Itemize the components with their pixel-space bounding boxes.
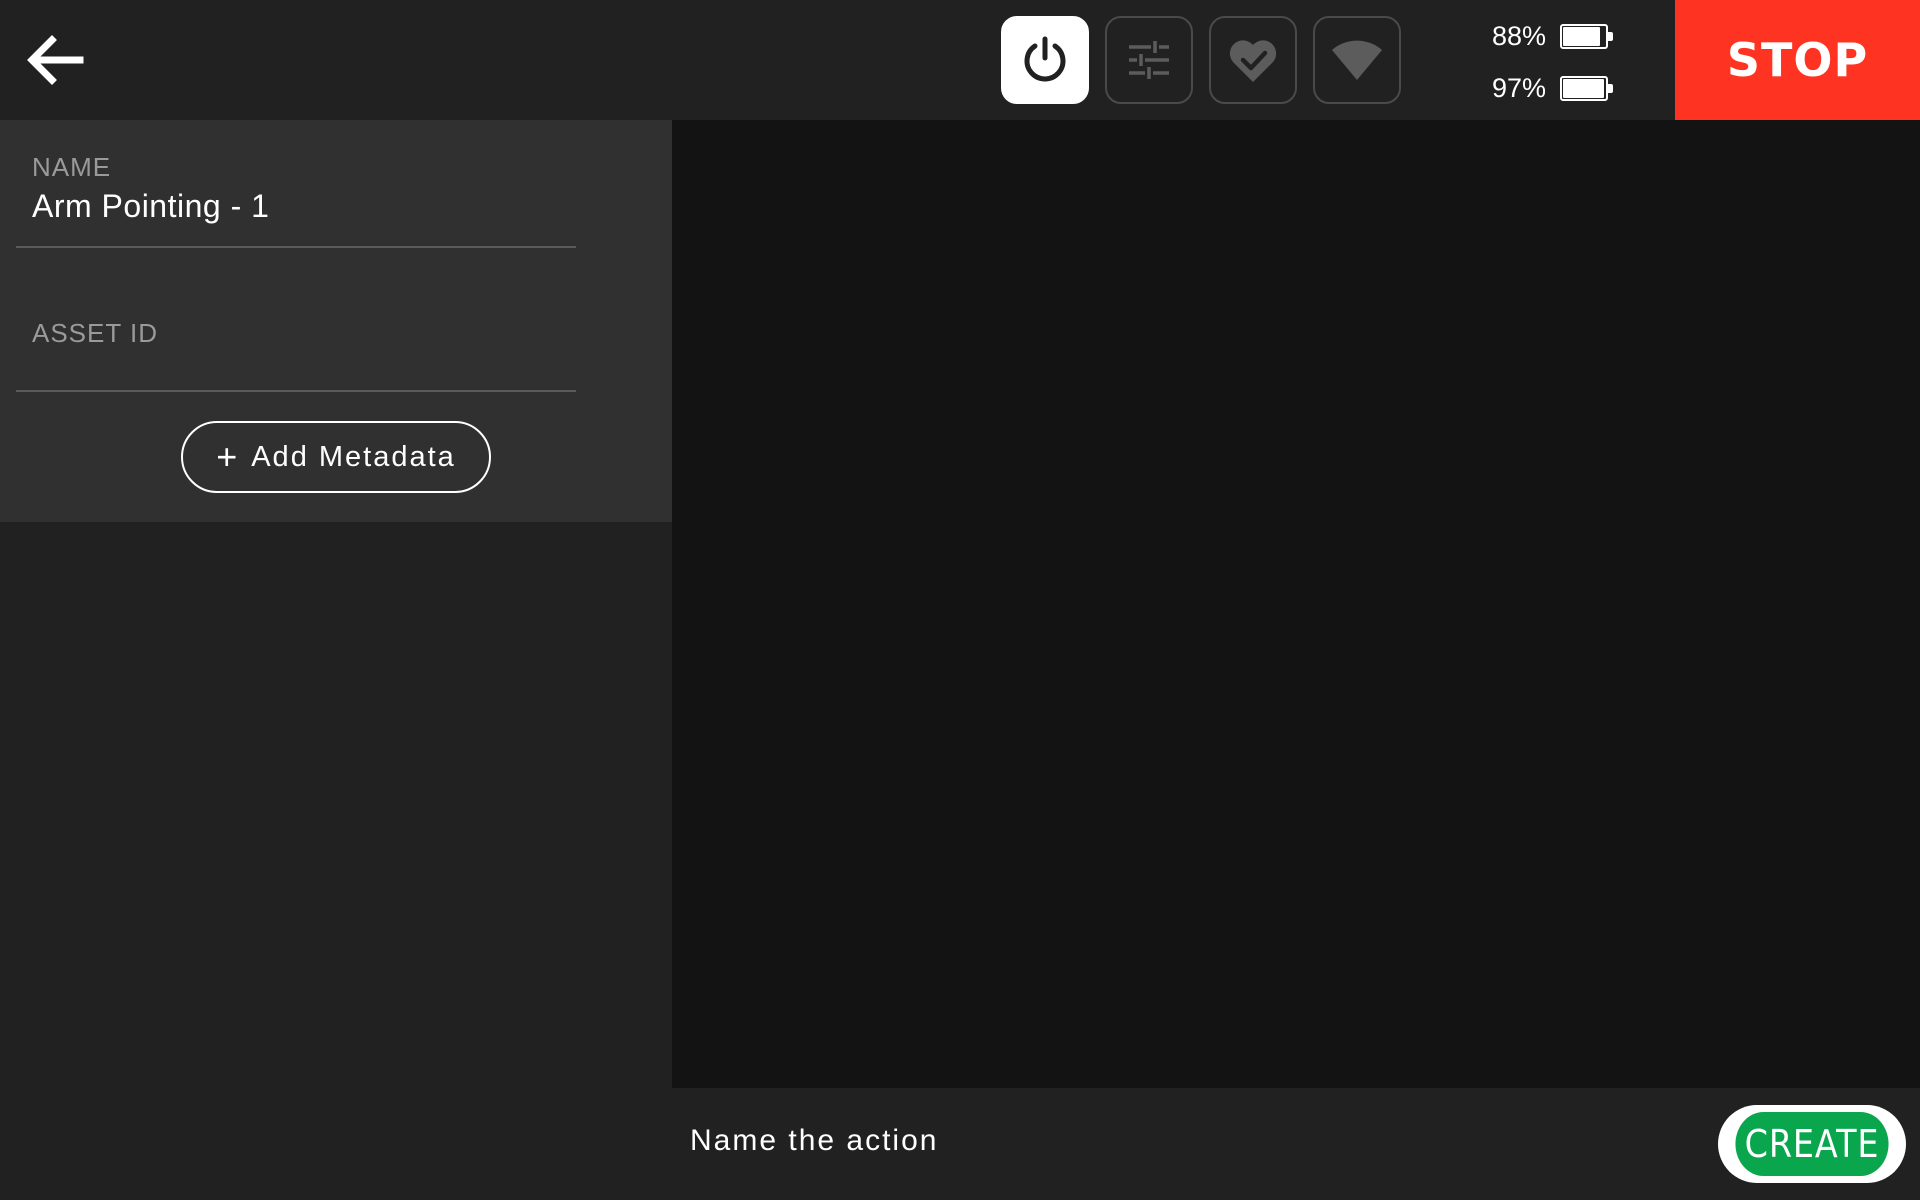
battery-percent-1: 88% (1491, 20, 1546, 51)
metadata-form: NAME Arm Pointing - 1 ASSET ID + Add Met… (0, 120, 672, 522)
add-metadata-button[interactable]: + Add Metadata (181, 421, 491, 493)
battery-fill (1563, 26, 1600, 46)
stop-button[interactable]: STOP (1675, 0, 1920, 120)
battery-status-2: 97% (1478, 68, 1613, 108)
battery-status-1: 88% (1478, 16, 1613, 56)
wifi-button[interactable] (1313, 16, 1401, 104)
top-bar: 88% 97% STOP (0, 0, 1920, 120)
create-label: CREATE (1735, 1112, 1889, 1176)
battery-icon (1560, 23, 1613, 49)
battery-icon (1560, 75, 1613, 101)
bottom-bar: Name the action CREATE (672, 1088, 1920, 1200)
heart-check-icon (1229, 40, 1277, 82)
wifi-icon (1332, 40, 1382, 80)
asset-id-field[interactable] (16, 248, 576, 392)
power-button[interactable] (1001, 16, 1089, 104)
plus-icon: + (216, 436, 240, 477)
power-icon (1024, 36, 1066, 82)
health-button[interactable] (1209, 16, 1297, 104)
battery-fill (1563, 78, 1604, 98)
settings-button[interactable] (1105, 16, 1193, 104)
arrow-left-icon (27, 35, 84, 85)
left-panel: NAME Arm Pointing - 1 ASSET ID + Add Met… (0, 120, 672, 1200)
battery-percent-2: 97% (1491, 72, 1546, 103)
create-button[interactable]: CREATE (1718, 1105, 1906, 1183)
action-prompt: Name the action (690, 1124, 939, 1157)
sliders-icon (1129, 41, 1169, 79)
name-field[interactable] (16, 120, 576, 248)
back-button[interactable] (14, 20, 94, 100)
add-metadata-label: Add Metadata (251, 440, 456, 473)
robot-viewport[interactable] (672, 120, 1920, 1088)
